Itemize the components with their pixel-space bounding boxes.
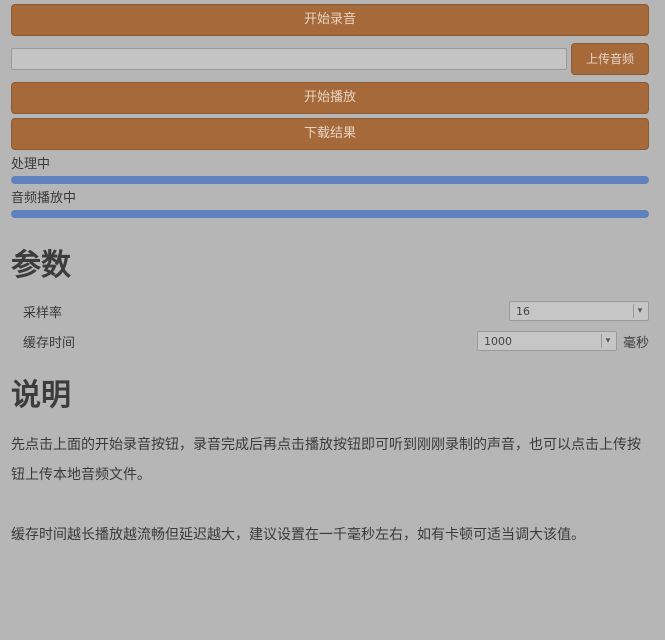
sample-rate-select[interactable]: 16 ▾	[509, 301, 649, 321]
chevron-down-icon: ▾	[600, 334, 614, 348]
unit-label: 毫秒	[622, 335, 649, 351]
processing-progress-fill	[11, 176, 649, 184]
buffer-time-select[interactable]: 1000 ▾	[476, 331, 617, 351]
file-path-input[interactable]	[11, 48, 567, 70]
select-value: 16	[516, 304, 530, 318]
playback-progress-fill	[11, 210, 649, 218]
upload-row: 上传音频	[11, 42, 649, 76]
param-label: 缓存时间	[23, 335, 76, 351]
description-paragraph: 先点击上面的开始录音按钮，录音完成后再点击播放按钮即可听到刚刚录制的声音，也可以…	[11, 437, 641, 483]
params-list: 采样率 16 ▾ 缓存时间 1000 ▾ 毫秒	[11, 296, 649, 356]
description-title: 说明	[11, 378, 71, 413]
param-row-sample-rate: 采样率 16 ▾	[23, 296, 649, 326]
description-paragraph: 缓存时间越长播放越流畅但延迟越大，建议设置在一千毫秒左右，如有卡顿可适当调大该值…	[11, 527, 585, 543]
processing-progress-label: 处理中	[11, 157, 51, 172]
play-button[interactable]: 开始播放	[11, 82, 649, 114]
select-value: 1000	[483, 334, 512, 348]
chevron-down-icon: ▾	[633, 304, 646, 318]
param-row-buffer-time: 缓存时间 1000 ▾ 毫秒	[23, 326, 649, 356]
upload-audio-button[interactable]: 上传音频	[571, 43, 649, 75]
params-title: 参数	[11, 248, 71, 283]
start-recording-button[interactable]: 开始录音	[11, 4, 649, 36]
action-buttons: 开始播放 下载结果	[11, 82, 649, 150]
param-label: 采样率	[23, 305, 63, 321]
playback-progress-bar	[11, 210, 649, 218]
page: 开始录音 上传音频 开始播放 下载结果 处理中 音频播放中 参数 采样率 16 …	[0, 0, 665, 640]
processing-progress-bar	[11, 176, 649, 184]
download-button[interactable]: 下载结果	[11, 118, 649, 150]
buffer-time-control: 1000 ▾ 毫秒	[476, 331, 649, 351]
playback-progress-label: 音频播放中	[11, 191, 77, 206]
